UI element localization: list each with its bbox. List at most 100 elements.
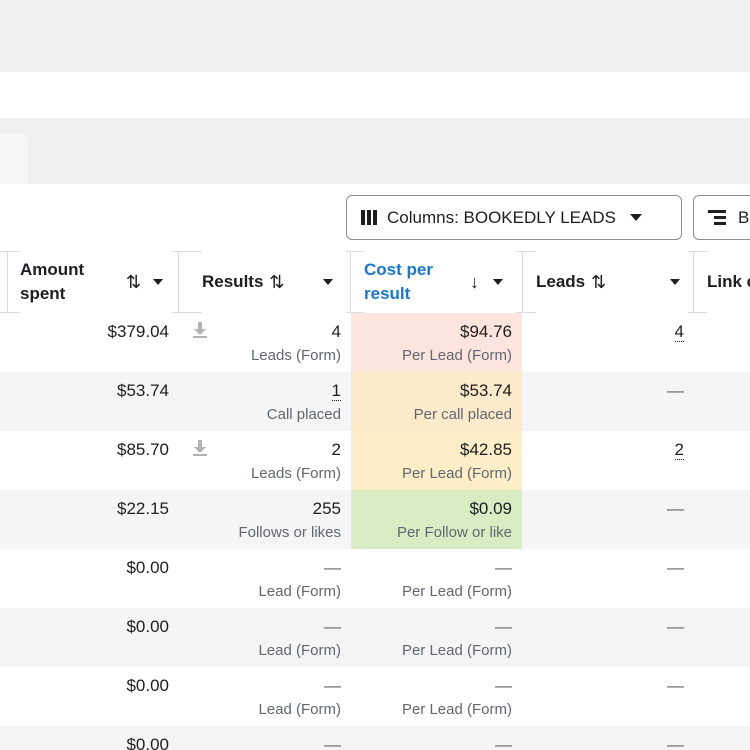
- leads-value: —: [667, 617, 684, 636]
- column-divider: [7, 251, 8, 313]
- results-type: Lead (Form): [258, 701, 341, 718]
- column-divider: [693, 251, 694, 313]
- cell-cost-per-result: $0.09 Per Follow or like: [351, 490, 522, 549]
- results-value: —: [324, 558, 341, 577]
- cell-leads: 4: [523, 313, 684, 372]
- cell-cost-per-result: —: [351, 726, 522, 750]
- table-row[interactable]: $0.00 — Lead (Form) — Per Lead (Form) —: [0, 549, 750, 608]
- results-value: 4: [331, 322, 341, 341]
- column-header-label: Amount spent: [20, 260, 85, 303]
- cell-results: — Lead (Form): [179, 667, 341, 726]
- cell-leads: —: [523, 608, 684, 667]
- cost-value: $53.74: [460, 381, 512, 400]
- column-header-label: Leads: [536, 272, 586, 291]
- sort-icon[interactable]: ⇅: [269, 272, 284, 293]
- results-type: Lead (Form): [258, 583, 341, 600]
- chevron-down-icon[interactable]: [322, 279, 333, 285]
- cell-results: 2 Leads (Form): [179, 431, 341, 490]
- results-type: Lead (Form): [258, 642, 341, 659]
- cell-results: 255 Follows or likes: [179, 490, 341, 549]
- chevron-down-icon[interactable]: [493, 279, 503, 285]
- column-header-amount-spent[interactable]: Amount spent ⇅: [20, 251, 172, 313]
- results-value: 255: [312, 499, 341, 518]
- results-type: Leads (Form): [250, 465, 341, 482]
- cell-leads: —: [523, 490, 684, 549]
- leads-value: —: [667, 499, 684, 518]
- chevron-down-icon[interactable]: [153, 279, 164, 285]
- header-bar: [0, 72, 750, 118]
- cell-results: —: [179, 726, 341, 750]
- cell-cost-per-result: — Per Lead (Form): [351, 549, 522, 608]
- columns-button[interactable]: Columns: BOOKEDLY LEADS: [346, 195, 682, 240]
- amount-value: $85.70: [117, 440, 169, 459]
- breakdown-button[interactable]: B: [693, 195, 750, 240]
- amount-value: $0.00: [126, 676, 169, 695]
- amount-value: $0.00: [126, 558, 169, 577]
- cell-cost-per-result: — Per Lead (Form): [351, 608, 522, 667]
- table-row[interactable]: $0.00 — Lead (Form) — Per Lead (Form) —: [0, 667, 750, 726]
- table-row[interactable]: $0.00 — — —: [0, 726, 750, 750]
- column-header-results[interactable]: Results ⇅: [202, 251, 346, 313]
- cell-results: — Lead (Form): [179, 549, 341, 608]
- columns-button-label: Columns: BOOKEDLY LEADS: [387, 207, 616, 227]
- section-background: [0, 118, 750, 184]
- cell-amount-spent: $0.00: [8, 608, 169, 667]
- cell-results: — Lead (Form): [179, 608, 341, 667]
- table-row[interactable]: $0.00 — Lead (Form) — Per Lead (Form) —: [0, 608, 750, 667]
- column-divider: [350, 251, 351, 313]
- leads-value[interactable]: 2: [674, 440, 684, 460]
- leads-value[interactable]: 4: [674, 322, 684, 342]
- cost-value: —: [495, 558, 512, 577]
- cost-value: —: [495, 676, 512, 695]
- cost-value: —: [495, 735, 512, 750]
- results-type: Leads (Form): [250, 347, 341, 364]
- cell-leads: —: [523, 667, 684, 726]
- cell-cost-per-result: — Per Lead (Form): [351, 667, 522, 726]
- table-row[interactable]: $53.74 1 Call placed $53.74 Per call placed —: [0, 372, 750, 431]
- column-header-label: Results: [202, 272, 264, 291]
- results-value[interactable]: 1: [331, 381, 341, 401]
- cost-value: $94.76: [460, 322, 512, 341]
- breakdown-button-label: B: [738, 207, 750, 227]
- cell-amount-spent: $22.15: [8, 490, 169, 549]
- sort-icon[interactable]: ⇅: [126, 272, 141, 293]
- amount-value: $53.74: [117, 381, 169, 400]
- results-value: —: [324, 735, 341, 750]
- cost-value: $0.09: [469, 499, 512, 518]
- table-row[interactable]: $22.15 255 Follows or likes $0.09 Per Follow…: [0, 490, 750, 549]
- column-divider: [522, 251, 523, 313]
- cost-type: Per call placed: [413, 406, 512, 423]
- column-header-cost-per-result[interactable]: Cost per result ↓: [364, 251, 516, 313]
- cost-type: Per Lead (Form): [401, 347, 512, 364]
- column-header-leads[interactable]: Leads ⇅: [536, 251, 688, 313]
- cell-amount-spent: $53.74: [8, 372, 169, 431]
- table-row[interactable]: $85.70 2 Leads (Form) $42.85 Per Lead (Form)…: [0, 431, 750, 490]
- chevron-down-icon[interactable]: [670, 279, 681, 285]
- cost-value: —: [495, 617, 512, 636]
- results-type: Follows or likes: [238, 524, 341, 541]
- columns-icon: [361, 210, 377, 225]
- cell-cost-per-result: $53.74 Per call placed: [351, 372, 522, 431]
- cell-amount-spent: $0.00: [8, 667, 169, 726]
- cost-type: Per Lead (Form): [401, 642, 512, 659]
- leads-value: —: [667, 381, 684, 400]
- sort-down-icon[interactable]: ↓: [470, 272, 479, 293]
- results-value: 2: [331, 440, 341, 459]
- cost-type: Per Lead (Form): [401, 465, 512, 482]
- amount-value: $0.00: [126, 617, 169, 636]
- cell-leads: —: [523, 726, 684, 750]
- column-header-link[interactable]: Link c: [707, 251, 750, 313]
- results-value: —: [324, 676, 341, 695]
- cell-results: 4 Leads (Form): [179, 313, 341, 372]
- leads-value: —: [667, 676, 684, 695]
- cell-amount-spent: $0.00: [8, 726, 169, 750]
- sort-icon[interactable]: ⇅: [591, 272, 606, 293]
- cell-amount-spent: $85.70: [8, 431, 169, 490]
- leads-value: —: [667, 735, 684, 750]
- cell-cost-per-result: $42.85 Per Lead (Form): [351, 431, 522, 490]
- cost-type: Per Lead (Form): [401, 701, 512, 718]
- results-type: Call placed: [266, 406, 341, 423]
- table-row[interactable]: $379.04 4 Leads (Form) $94.76 Per Lead (Form…: [0, 313, 750, 372]
- cell-amount-spent: $0.00: [8, 549, 169, 608]
- column-header-label: Cost per result: [364, 260, 433, 303]
